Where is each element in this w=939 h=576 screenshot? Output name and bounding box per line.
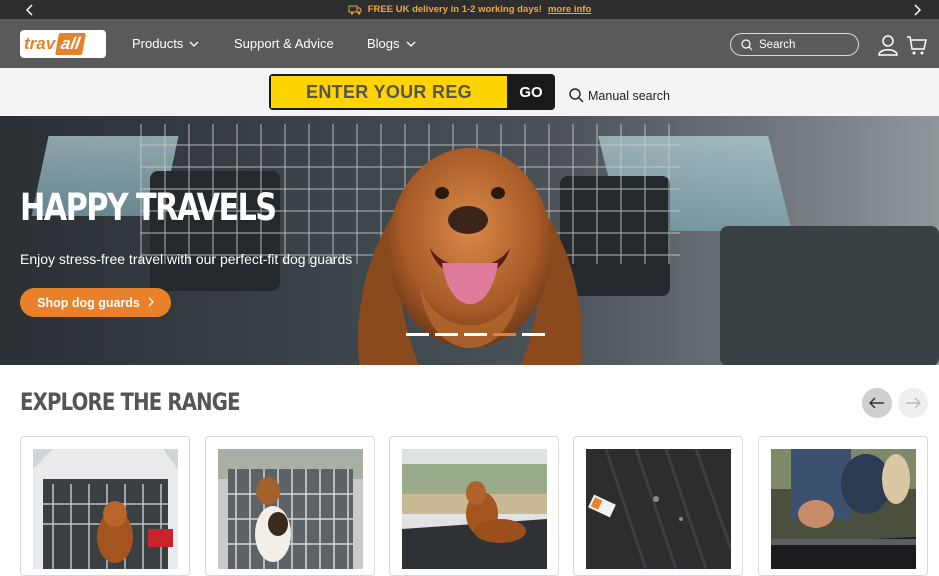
nav-products-label: Products bbox=[132, 36, 184, 51]
chevron-down-icon bbox=[189, 41, 199, 47]
slide-dot-4[interactable] bbox=[493, 333, 516, 336]
boot-sill-protector-image bbox=[771, 449, 916, 569]
nav-support-label: Support & Advice bbox=[234, 36, 334, 51]
go-button[interactable]: GO bbox=[507, 74, 555, 110]
car-boot-panel bbox=[720, 226, 939, 365]
slide-dot-1[interactable] bbox=[406, 333, 429, 336]
nav-blogs[interactable]: Blogs bbox=[367, 19, 416, 68]
dog-in-car-boot-image bbox=[33, 449, 178, 569]
carousel-prev-button[interactable] bbox=[862, 388, 892, 418]
chevron-right-icon bbox=[914, 3, 921, 16]
announcement-next-button[interactable] bbox=[905, 0, 929, 19]
slide-dot-3[interactable] bbox=[464, 333, 487, 336]
chevron-left-icon bbox=[26, 3, 33, 16]
travall-logo[interactable]: trav all bbox=[20, 30, 106, 58]
arrow-left-icon bbox=[869, 397, 884, 409]
hero-banner: HAPPY TRAVELS Enjoy stress-free travel w… bbox=[0, 116, 939, 365]
product-card[interactable] bbox=[205, 436, 375, 576]
product-card[interactable] bbox=[389, 436, 559, 576]
nav-support-advice[interactable]: Support & Advice bbox=[234, 19, 334, 68]
reg-search-form: ENTER YOUR REG GO bbox=[269, 74, 555, 110]
carousel-next-button[interactable] bbox=[898, 388, 928, 418]
spaniel-on-boot-liner-image bbox=[402, 449, 547, 569]
slide-dot-2[interactable] bbox=[435, 333, 458, 336]
account-icon[interactable] bbox=[877, 34, 899, 56]
search-icon bbox=[741, 38, 753, 50]
product-card[interactable] bbox=[20, 436, 190, 576]
logo-text-trav: trav bbox=[24, 34, 56, 53]
logo-text-all: all bbox=[55, 33, 87, 55]
manual-search-label: Manual search bbox=[588, 88, 670, 103]
search-placeholder: Search bbox=[759, 38, 796, 51]
announcement-bar: FREE UK delivery in 1-2 working days! mo… bbox=[0, 0, 939, 19]
manual-search-link[interactable]: Manual search bbox=[569, 88, 670, 103]
truck-icon bbox=[348, 5, 362, 15]
nav-products[interactable]: Products bbox=[132, 19, 199, 68]
nav-blogs-label: Blogs bbox=[367, 36, 400, 51]
more-info-link[interactable]: more info bbox=[548, 4, 591, 15]
search-icon bbox=[569, 88, 584, 103]
search-input[interactable]: Search bbox=[730, 33, 859, 56]
reg-input[interactable]: ENTER YOUR REG bbox=[271, 76, 507, 108]
site-header: trav all Products Support & Advice Blogs… bbox=[0, 19, 939, 68]
chevron-right-icon bbox=[148, 296, 154, 310]
announcement-text: FREE UK delivery in 1-2 working days! bbox=[367, 4, 542, 15]
product-card[interactable] bbox=[758, 436, 928, 576]
cart-icon[interactable] bbox=[906, 34, 928, 56]
spaniel-dog-image bbox=[358, 148, 582, 365]
product-card[interactable] bbox=[573, 436, 743, 576]
reg-search-bar: ENTER YOUR REG GO Manual search bbox=[0, 68, 939, 116]
hero-title: HAPPY TRAVELS bbox=[20, 186, 277, 229]
rubber-car-mat-image bbox=[586, 449, 731, 569]
slide-indicators bbox=[406, 333, 545, 336]
slide-dot-5[interactable] bbox=[522, 333, 545, 336]
announcement-prev-button[interactable] bbox=[18, 0, 42, 19]
explore-range-title: EXPLORE THE RANGE bbox=[20, 388, 241, 416]
chevron-down-icon bbox=[406, 41, 415, 47]
hero-subtitle: Enjoy stress-free travel with our perfec… bbox=[20, 251, 353, 267]
cta-label: Shop dog guards bbox=[37, 295, 140, 310]
shop-dog-guards-button[interactable]: Shop dog guards bbox=[20, 288, 171, 317]
beagle-in-dog-cage-image bbox=[218, 449, 363, 569]
arrow-right-icon bbox=[906, 397, 921, 409]
